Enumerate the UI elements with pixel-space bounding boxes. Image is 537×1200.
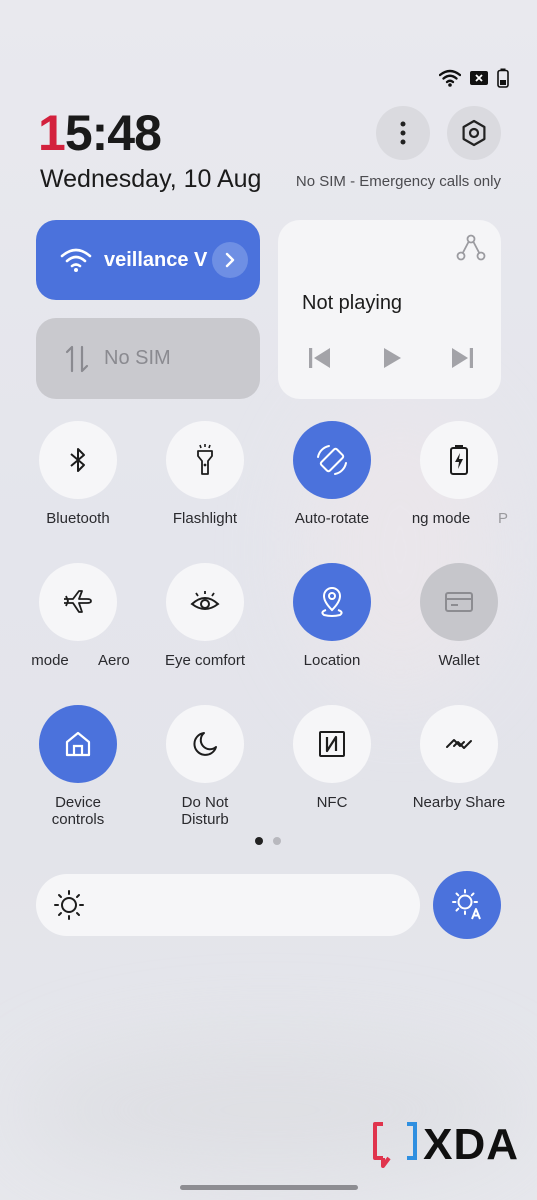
auto-brightness-icon — [452, 889, 481, 920]
battery-saver-icon — [450, 445, 468, 475]
do-not-disturb-toggle[interactable] — [166, 705, 244, 783]
no-sim-icon — [470, 71, 488, 85]
media-output-icon[interactable] — [456, 234, 486, 262]
next-icon[interactable] — [450, 347, 474, 369]
nearby-share-label: Nearby Share — [412, 794, 506, 811]
auto-brightness-button[interactable] — [433, 871, 501, 939]
date-label: Wednesday, 10 Aug — [40, 165, 262, 193]
bluetooth-label: Bluetooth — [46, 510, 110, 527]
page-dot-2[interactable] — [273, 837, 281, 845]
more-options-button[interactable] — [376, 106, 430, 160]
nfc-label: NFC — [316, 794, 348, 811]
wifi-network-label: veillance V — [104, 248, 208, 271]
aeroplane-label: Aero — [98, 652, 130, 669]
location-label: Location — [303, 652, 361, 669]
location-toggle[interactable] — [293, 563, 371, 641]
auto-rotate-label: Auto-rotate — [294, 510, 370, 527]
battery-icon — [497, 68, 509, 88]
brightness-slider[interactable] — [36, 874, 420, 936]
wifi-details-button[interactable] — [212, 242, 248, 278]
eye-comfort-icon — [190, 591, 220, 610]
nearby-share-icon — [446, 739, 472, 749]
dnd-label-line1: Do Not — [181, 794, 229, 811]
nfc-toggle[interactable] — [293, 705, 371, 783]
wallet-icon — [445, 592, 473, 612]
previous-icon[interactable] — [308, 347, 332, 369]
aeroplane-prefix-label: mode — [31, 652, 69, 669]
bluetooth-toggle[interactable] — [39, 421, 117, 499]
wallet-toggle[interactable] — [420, 563, 498, 641]
status-bar — [439, 68, 509, 88]
wallet-label: Wallet — [438, 652, 480, 669]
eye-comfort-toggle[interactable] — [166, 563, 244, 641]
clock-first-digit: 1 — [38, 105, 66, 161]
location-icon — [321, 587, 343, 617]
wifi-icon — [439, 69, 461, 87]
device-controls-label-line1: Device — [55, 794, 101, 811]
page-dot-1[interactable] — [255, 837, 263, 845]
more-options-icon — [400, 121, 406, 145]
home-indicator[interactable] — [180, 1185, 358, 1190]
battery-saver-toggle[interactable] — [420, 421, 498, 499]
aeroplane-mode-toggle[interactable] — [39, 563, 117, 641]
moon-icon — [193, 732, 217, 756]
auto-rotate-toggle[interactable] — [293, 421, 371, 499]
home-icon — [65, 731, 91, 757]
clock: 15:48 — [38, 104, 162, 162]
settings-button[interactable] — [447, 106, 501, 160]
watermark-text: XDA — [423, 1120, 519, 1169]
sun-icon — [54, 890, 84, 920]
flashlight-toggle[interactable] — [166, 421, 244, 499]
page-indicator — [255, 837, 281, 845]
xda-watermark: XDA — [373, 1120, 519, 1170]
nearby-share-toggle[interactable] — [420, 705, 498, 783]
media-title: Not playing — [302, 292, 403, 314]
play-icon[interactable] — [382, 347, 402, 369]
mobile-data-icon — [65, 345, 89, 372]
chevron-right-icon — [225, 252, 235, 268]
device-controls-label-line2: controls — [51, 811, 105, 828]
wifi-tile[interactable]: veillance V — [36, 220, 260, 300]
eye-comfort-label: Eye comfort — [164, 652, 246, 669]
aeroplane-icon — [64, 590, 92, 613]
sim-status-text: No SIM - Emergency calls only — [295, 173, 501, 190]
xda-logo-icon — [373, 1122, 418, 1168]
settings-icon — [462, 119, 486, 147]
battery-saver-label: ng mode — [411, 510, 471, 527]
auto-rotate-icon — [317, 445, 347, 475]
next-tile-peek-label: P — [497, 510, 508, 527]
media-player[interactable]: Not playing — [278, 220, 501, 399]
dnd-label-line2: Disturb — [181, 811, 229, 828]
mobile-data-tile[interactable]: No SIM — [36, 318, 260, 399]
flashlight-label: Flashlight — [172, 510, 238, 527]
mobile-data-label: No SIM — [104, 347, 171, 369]
wifi-icon — [60, 248, 92, 272]
flashlight-icon — [197, 444, 213, 475]
bluetooth-icon — [70, 448, 85, 472]
clock-rest: 5:48 — [64, 105, 162, 161]
nfc-icon — [319, 731, 345, 757]
device-controls-toggle[interactable] — [39, 705, 117, 783]
